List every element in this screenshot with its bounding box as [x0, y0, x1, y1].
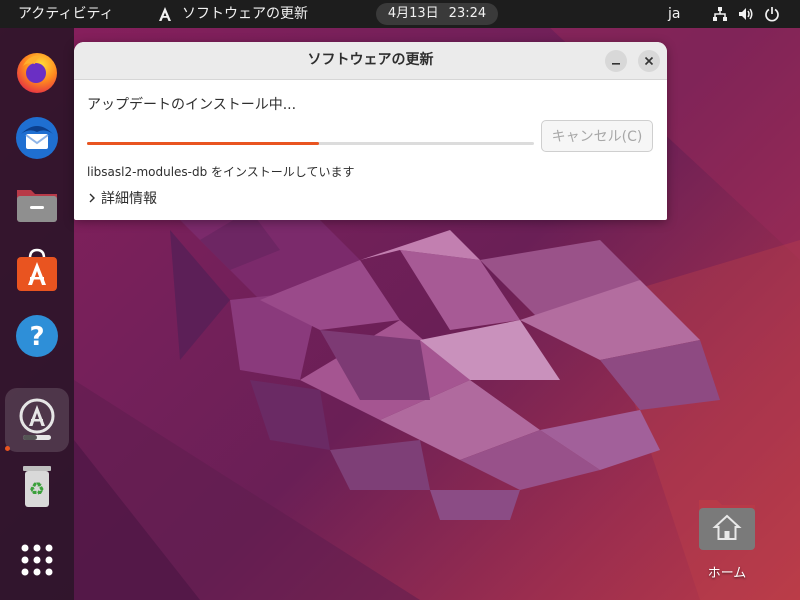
chevron-right-icon [89, 193, 95, 203]
minimize-icon [612, 63, 620, 65]
software-updater-icon [159, 7, 171, 21]
software-updater-icon [19, 398, 55, 440]
activities-button[interactable]: アクティビティ [8, 0, 124, 28]
app-menu-label: ソフトウェアの更新 [182, 6, 308, 22]
details-expander[interactable]: 詳細情報 [87, 188, 157, 208]
help-icon: ? [16, 315, 58, 357]
network-icon [713, 7, 727, 21]
clock-date: 4月13日 [387, 6, 439, 21]
app-center-icon [17, 248, 57, 291]
app-menu[interactable]: ソフトウェアの更新 [150, 0, 314, 28]
desktop-screen: アクティビティ ソフトウェアの更新 4月13日 23:24 ja ? ♻ ソフト… [0, 0, 800, 600]
dock-item-firefox[interactable] [5, 40, 69, 104]
status-text: libsasl2-modules-db をインストールしています [87, 165, 355, 179]
running-indicator [5, 446, 10, 451]
close-button[interactable] [638, 50, 660, 72]
desktop-home-folder[interactable]: ホーム [688, 490, 766, 582]
system-tray[interactable] [706, 0, 786, 28]
dock-item-trash[interactable]: ♻ [5, 454, 69, 518]
dock: ? ♻ [0, 28, 74, 600]
dialog-header: ソフトウェアの更新 [74, 42, 667, 80]
thunderbird-icon [16, 117, 58, 159]
dock-item-app-center[interactable] [5, 238, 69, 302]
dialog-title: ソフトウェアの更新 [307, 52, 434, 68]
home-folder-icon [699, 500, 755, 550]
details-label: 詳細情報 [101, 191, 157, 207]
trash-icon: ♻ [23, 466, 51, 507]
close-icon [644, 56, 654, 66]
dock-item-software-updater[interactable] [5, 388, 69, 452]
files-icon [17, 190, 57, 222]
dock-item-show-apps[interactable] [5, 528, 69, 592]
volume-icon [739, 8, 753, 20]
progress-label: アップデートのインストール中... [87, 97, 297, 113]
firefox-icon [17, 53, 57, 93]
progress-bar-fill [87, 142, 320, 145]
power-icon [765, 7, 779, 22]
minimize-button[interactable] [605, 50, 627, 72]
app-grid-icon [21, 544, 53, 576]
dock-item-help[interactable]: ? [5, 304, 69, 368]
clock-time: 23:24 [448, 6, 487, 21]
home-folder-label: ホーム [707, 566, 747, 581]
dock-item-files[interactable] [5, 172, 69, 236]
cancel-button[interactable]: キャンセル(C) [541, 120, 653, 152]
svg-text:♻: ♻ [29, 479, 45, 500]
software-update-dialog: ソフトウェアの更新 アップデートのインストール中... キャンセル(C) lib… [74, 42, 667, 220]
input-language-indicator[interactable]: ja [662, 0, 686, 28]
progress-bar [87, 142, 534, 145]
top-bar: アクティビティ ソフトウェアの更新 4月13日 23:24 ja [0, 0, 800, 28]
svg-text:?: ? [29, 322, 44, 352]
clock-button[interactable]: 4月13日 23:24 [376, 3, 498, 25]
dock-item-thunderbird[interactable] [5, 106, 69, 170]
